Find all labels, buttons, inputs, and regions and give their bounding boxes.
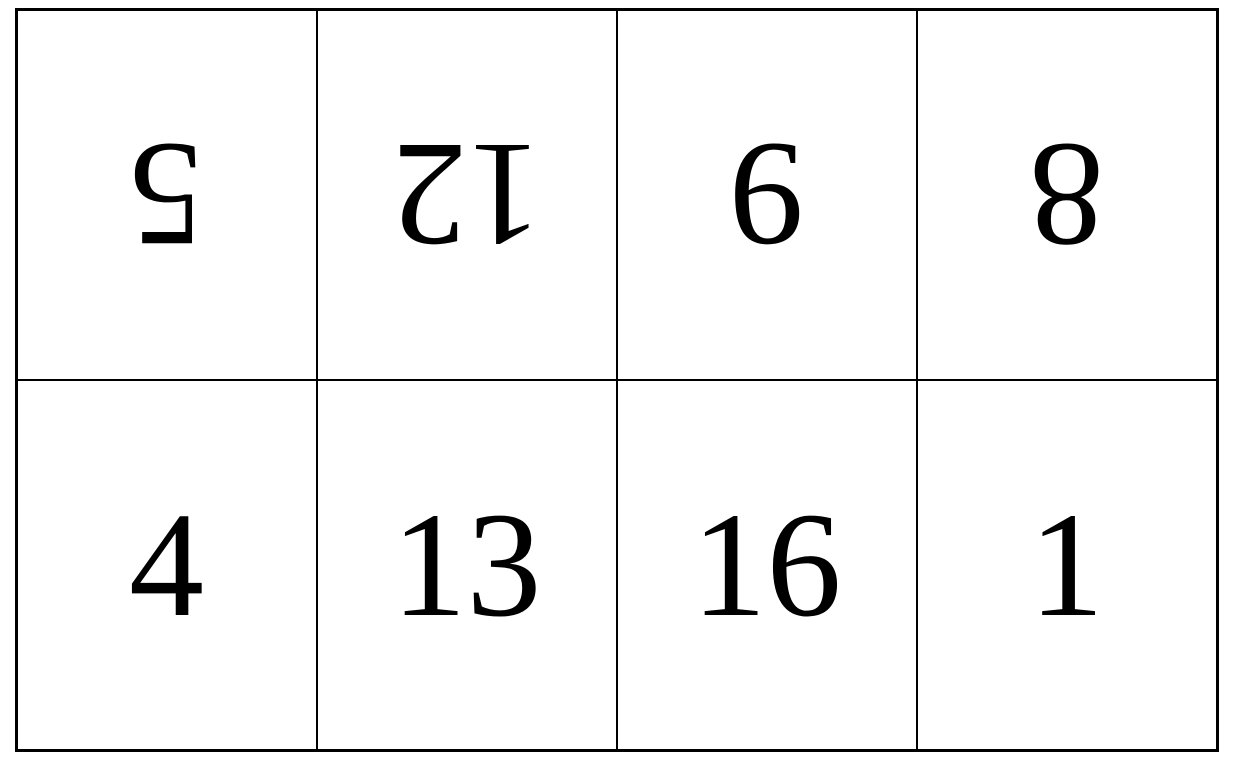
cell-value: 4	[129, 479, 204, 651]
cell-value: 12	[392, 109, 542, 281]
grid-cell: 16	[617, 380, 917, 750]
number-grid: 5 12 9 8 4 13 16 1	[15, 8, 1219, 752]
grid-cell: 13	[317, 380, 617, 750]
cell-value: 5	[129, 109, 204, 281]
cell-value: 13	[392, 479, 542, 651]
grid-cell: 4	[17, 380, 317, 750]
grid-cell: 8	[917, 10, 1217, 380]
cell-value: 8	[1029, 109, 1104, 281]
grid-cell: 5	[17, 10, 317, 380]
grid-cell: 9	[617, 10, 917, 380]
cell-value: 16	[692, 479, 842, 651]
grid-cell: 1	[917, 380, 1217, 750]
cell-value: 9	[729, 109, 804, 281]
grid-cell: 12	[317, 10, 617, 380]
cell-value: 1	[1029, 479, 1104, 651]
